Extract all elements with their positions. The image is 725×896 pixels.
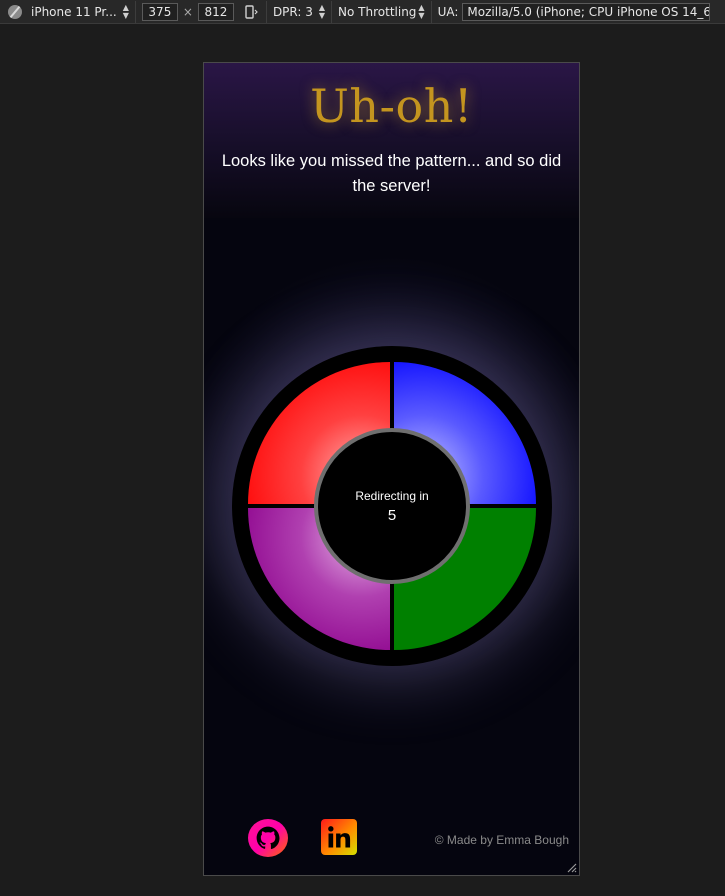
rotate-icon[interactable] <box>242 3 260 21</box>
ua-label: UA: <box>437 4 459 19</box>
simon-board: Redirecting in 5 <box>232 346 552 666</box>
throttling-selector[interactable]: No Throttling ▲ ▼ <box>338 0 425 24</box>
device-selector[interactable]: iPhone 11 Pr... ▲ ▼ <box>0 0 129 24</box>
copyright-text: © Made by Emma Bough <box>434 833 569 847</box>
github-icon <box>256 826 280 850</box>
times-sign: × <box>182 4 193 19</box>
height-input[interactable]: 812 <box>197 2 234 21</box>
page-subtitle: Looks like you missed the pattern... and… <box>221 152 562 195</box>
footer: © Made by Emma Bough <box>204 813 579 861</box>
board-center: Redirecting in 5 <box>314 428 470 584</box>
page-title: Uh-oh! <box>310 79 473 133</box>
updown-caret-icon: ▲ ▼ <box>418 2 425 20</box>
linkedin-link[interactable] <box>321 819 357 855</box>
width-input[interactable]: 375 <box>141 2 178 21</box>
redirect-label: Redirecting in <box>355 488 429 503</box>
device-name: iPhone 11 Pr... <box>31 4 117 19</box>
compass-icon <box>8 4 22 19</box>
dpr-selector[interactable]: DPR: 3 ▲ ▼ <box>273 0 325 24</box>
countdown: 5 <box>387 506 397 524</box>
devtools-toolbar: iPhone 11 Pr... ▲ ▼ 375 × 812 DPR: 3 ▲ ▼ N… <box>0 0 725 24</box>
divider <box>331 0 333 23</box>
github-link[interactable] <box>248 819 288 857</box>
updown-caret-icon: ▲ ▼ <box>122 2 129 20</box>
hero-header: Uh-oh! Looks like you missed the pattern… <box>204 63 579 218</box>
linkedin-icon <box>328 826 351 848</box>
dpr-label: DPR: 3 <box>272 4 313 19</box>
device-viewport: Uh-oh! Looks like you missed the pattern… <box>203 62 580 876</box>
resize-grip-icon[interactable] <box>565 861 577 873</box>
divider <box>134 0 136 23</box>
divider <box>430 0 432 23</box>
updown-caret-icon: ▲ ▼ <box>318 2 326 20</box>
user-agent-input[interactable]: Mozilla/5.0 (iPhone; CPU iPhone OS 14_6 … <box>462 2 711 21</box>
throttling-label: No Throttling <box>338 4 417 19</box>
divider <box>265 0 267 23</box>
